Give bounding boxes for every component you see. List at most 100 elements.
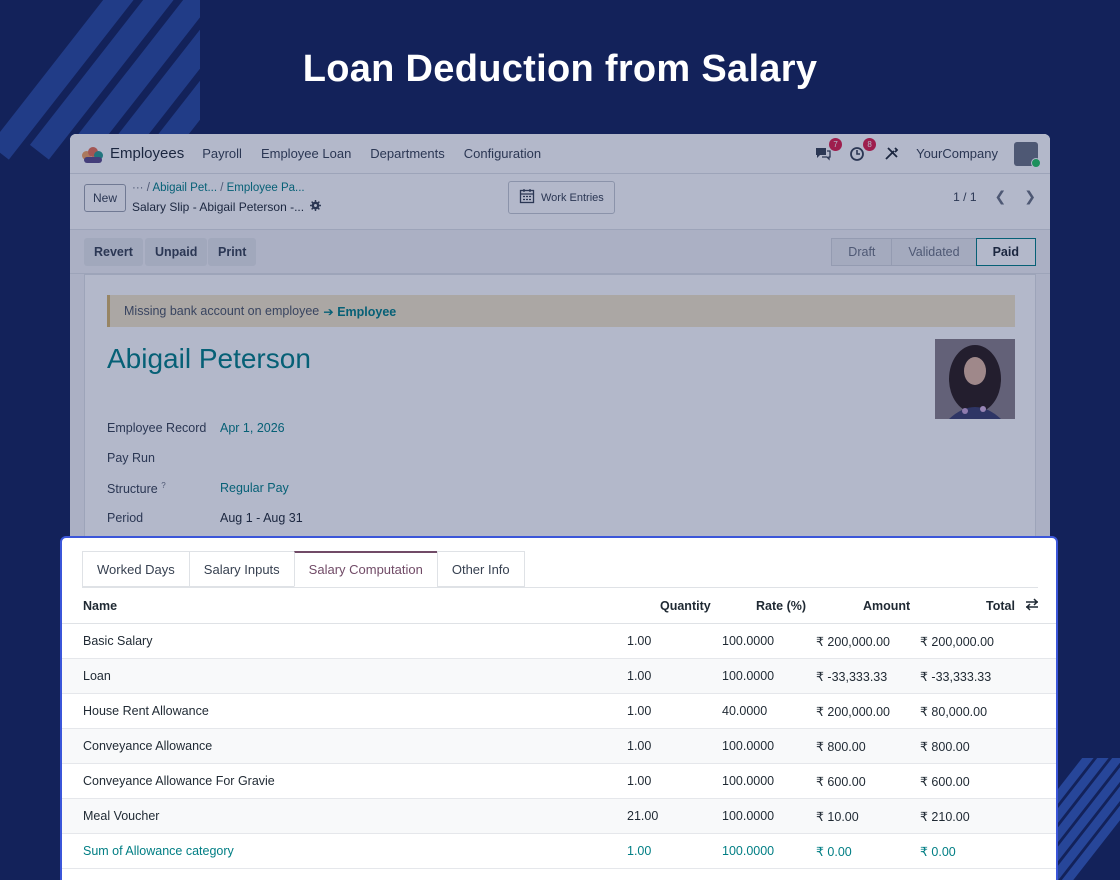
stage-validated[interactable]: Validated (891, 238, 977, 266)
breadcrumb-employee[interactable]: Abigail Pet... (152, 182, 217, 194)
optional-columns-icon[interactable] (1025, 598, 1039, 614)
cell-amount: ₹ 10.00 (816, 809, 859, 824)
cell-quantity: 1.00 (627, 634, 652, 648)
table-row[interactable]: House Rent Allowance 1.00 40.0000 ₹ 200,… (62, 694, 1056, 729)
app-window: Employees Payroll Employee Loan Departme… (70, 134, 1050, 554)
cell-rate: 40.0000 (722, 704, 768, 718)
cell-quantity: 1.00 (627, 844, 652, 858)
breadcrumb-root[interactable]: ··· (132, 182, 144, 194)
app-brand-label: Employees (110, 145, 185, 162)
cell-total: ₹ 210.00 (920, 809, 970, 824)
cell-total: ₹ 600.00 (920, 774, 970, 789)
print-button[interactable]: Print (208, 238, 257, 266)
chat-badge: 7 (829, 137, 843, 151)
top-navbar: Employees Payroll Employee Loan Departme… (70, 134, 1050, 174)
breadcrumb-employee-payslips[interactable]: Employee Pa... (227, 182, 305, 194)
alert-employee-link[interactable]: ➔ Employee (323, 304, 396, 319)
tab-salary-inputs[interactable]: Salary Inputs (188, 551, 295, 587)
cell-rate: 100.0000 (722, 774, 775, 788)
cell-rate: 100.0000 (722, 844, 775, 858)
tab-other-info[interactable]: Other Info (436, 551, 525, 587)
cell-name: House Rent Allowance (83, 704, 209, 718)
notebook-tabs: Worked Days Salary Inputs Salary Computa… (82, 551, 525, 588)
structure-value[interactable]: Regular Pay (220, 481, 289, 495)
nav-payroll[interactable]: Payroll (202, 146, 242, 161)
cell-amount: ₹ 800.00 (816, 739, 866, 754)
header-total[interactable]: Total (986, 599, 1015, 613)
table-row[interactable]: Conveyance Allowance For Gravie 1.00 100… (62, 764, 1056, 799)
gear-icon[interactable] (310, 200, 322, 214)
chevron-left-icon[interactable]: ❮ (995, 188, 1007, 205)
tab-worked-days[interactable]: Worked Days (82, 551, 190, 587)
cell-name: Conveyance Allowance (83, 739, 213, 753)
cell-amount: ₹ -33,333.33 (816, 669, 888, 684)
cell-name: Basic Salary (83, 634, 153, 648)
salary-lines-table: Name Quantity Rate (%) Amount Total Basi… (62, 588, 1056, 869)
cell-total: ₹ 200,000.00 (920, 634, 994, 649)
header-rate[interactable]: Rate (%) (756, 599, 806, 613)
cell-total: ₹ 800.00 (920, 739, 970, 754)
cell-amount: ₹ 0.00 (816, 844, 852, 859)
period-label: Period (107, 511, 144, 525)
cell-amount: ₹ 200,000.00 (816, 704, 890, 719)
table-row[interactable]: Loan 1.00 100.0000 ₹ -33,333.33 ₹ -33,33… (62, 659, 1056, 694)
app-brand[interactable]: Employees (82, 145, 184, 163)
structure-label: Structure ? (107, 481, 166, 496)
work-entries-button[interactable]: Work Entries (508, 181, 615, 214)
cell-name: Loan (83, 669, 111, 683)
tab-salary-computation[interactable]: Salary Computation (293, 551, 438, 587)
pager-value: 1 / 1 (953, 189, 977, 204)
period-value[interactable]: Aug 1 - Aug 31 (220, 511, 303, 525)
table-header: Name Quantity Rate (%) Amount Total (62, 588, 1056, 624)
chat-icon[interactable]: 7 (814, 137, 843, 163)
revert-button[interactable]: Revert (84, 238, 143, 266)
header-amount[interactable]: Amount (863, 599, 910, 613)
pay-run-label: Pay Run (107, 451, 155, 465)
user-avatar[interactable] (1014, 141, 1041, 168)
employee-record-value[interactable]: Apr 1, 2026 (220, 421, 285, 435)
nav-employee-loan[interactable]: Employee Loan (261, 146, 351, 161)
stage-paid[interactable]: Paid (975, 238, 1036, 266)
hero-title: Loan Deduction from Salary (302, 48, 818, 90)
activity-clock-icon[interactable]: 8 (848, 137, 877, 163)
missing-bank-alert: Missing bank account on employee ➔ Emplo… (107, 295, 1015, 327)
stage-draft[interactable]: Draft (831, 238, 893, 266)
tools-icon[interactable] (882, 145, 900, 163)
cell-quantity: 1.00 (627, 774, 652, 788)
header-name[interactable]: Name (83, 599, 117, 613)
new-button[interactable]: New (84, 184, 127, 212)
table-row[interactable]: Basic Salary 1.00 100.0000 ₹ 200,000.00 … (62, 624, 1056, 659)
form-sheet: Missing bank account on employee ➔ Emplo… (84, 274, 1036, 554)
company-switcher[interactable]: YourCompany (916, 146, 998, 161)
employees-app-icon (82, 145, 104, 163)
table-row[interactable]: Meal Voucher 21.00 100.0000 ₹ 10.00 ₹ 21… (62, 799, 1056, 834)
record-title: Salary Slip - Abigail Peterson -... (132, 200, 322, 214)
header-quantity[interactable]: Quantity (660, 599, 711, 613)
status-bar: Revert Unpaid Print Draft Validated Paid (70, 230, 1050, 274)
cell-total: ₹ 80,000.00 (920, 704, 988, 719)
work-entries-label: Work Entries (541, 191, 604, 204)
pager: 1 / 1 ❮ ❯ (953, 188, 1036, 205)
cell-quantity: 21.00 (627, 809, 659, 823)
employee-record-label: Employee Record (107, 421, 207, 435)
cell-rate: 100.0000 (722, 809, 775, 823)
nav-configuration[interactable]: Configuration (464, 146, 541, 161)
unpaid-button[interactable]: Unpaid (145, 238, 208, 266)
cell-name: Meal Voucher (83, 809, 160, 823)
alert-text: Missing bank account on employee (124, 304, 320, 318)
table-row[interactable]: Sum of Allowance category 1.00 100.0000 … (62, 834, 1056, 869)
cell-name: Conveyance Allowance For Gravie (83, 774, 275, 788)
control-panel: New ··· / Abigail Pet... / Employee Pa..… (70, 174, 1050, 230)
employee-photo[interactable] (935, 339, 1015, 419)
structure-help-icon[interactable]: ? (161, 481, 165, 490)
breadcrumb: ··· / Abigail Pet... / Employee Pa... (132, 182, 305, 194)
cell-amount: ₹ 600.00 (816, 774, 866, 789)
salary-computation-card: Worked Days Salary Inputs Salary Computa… (60, 536, 1058, 880)
employee-name: Abigail Peterson (107, 343, 311, 374)
record-title-text: Salary Slip - Abigail Peterson -... (132, 200, 305, 214)
table-row[interactable]: Conveyance Allowance 1.00 100.0000 ₹ 800… (62, 729, 1056, 764)
chevron-right-icon[interactable]: ❯ (1024, 188, 1036, 205)
cell-rate: 100.0000 (722, 634, 775, 648)
cell-quantity: 1.00 (627, 669, 652, 683)
nav-departments[interactable]: Departments (370, 146, 444, 161)
